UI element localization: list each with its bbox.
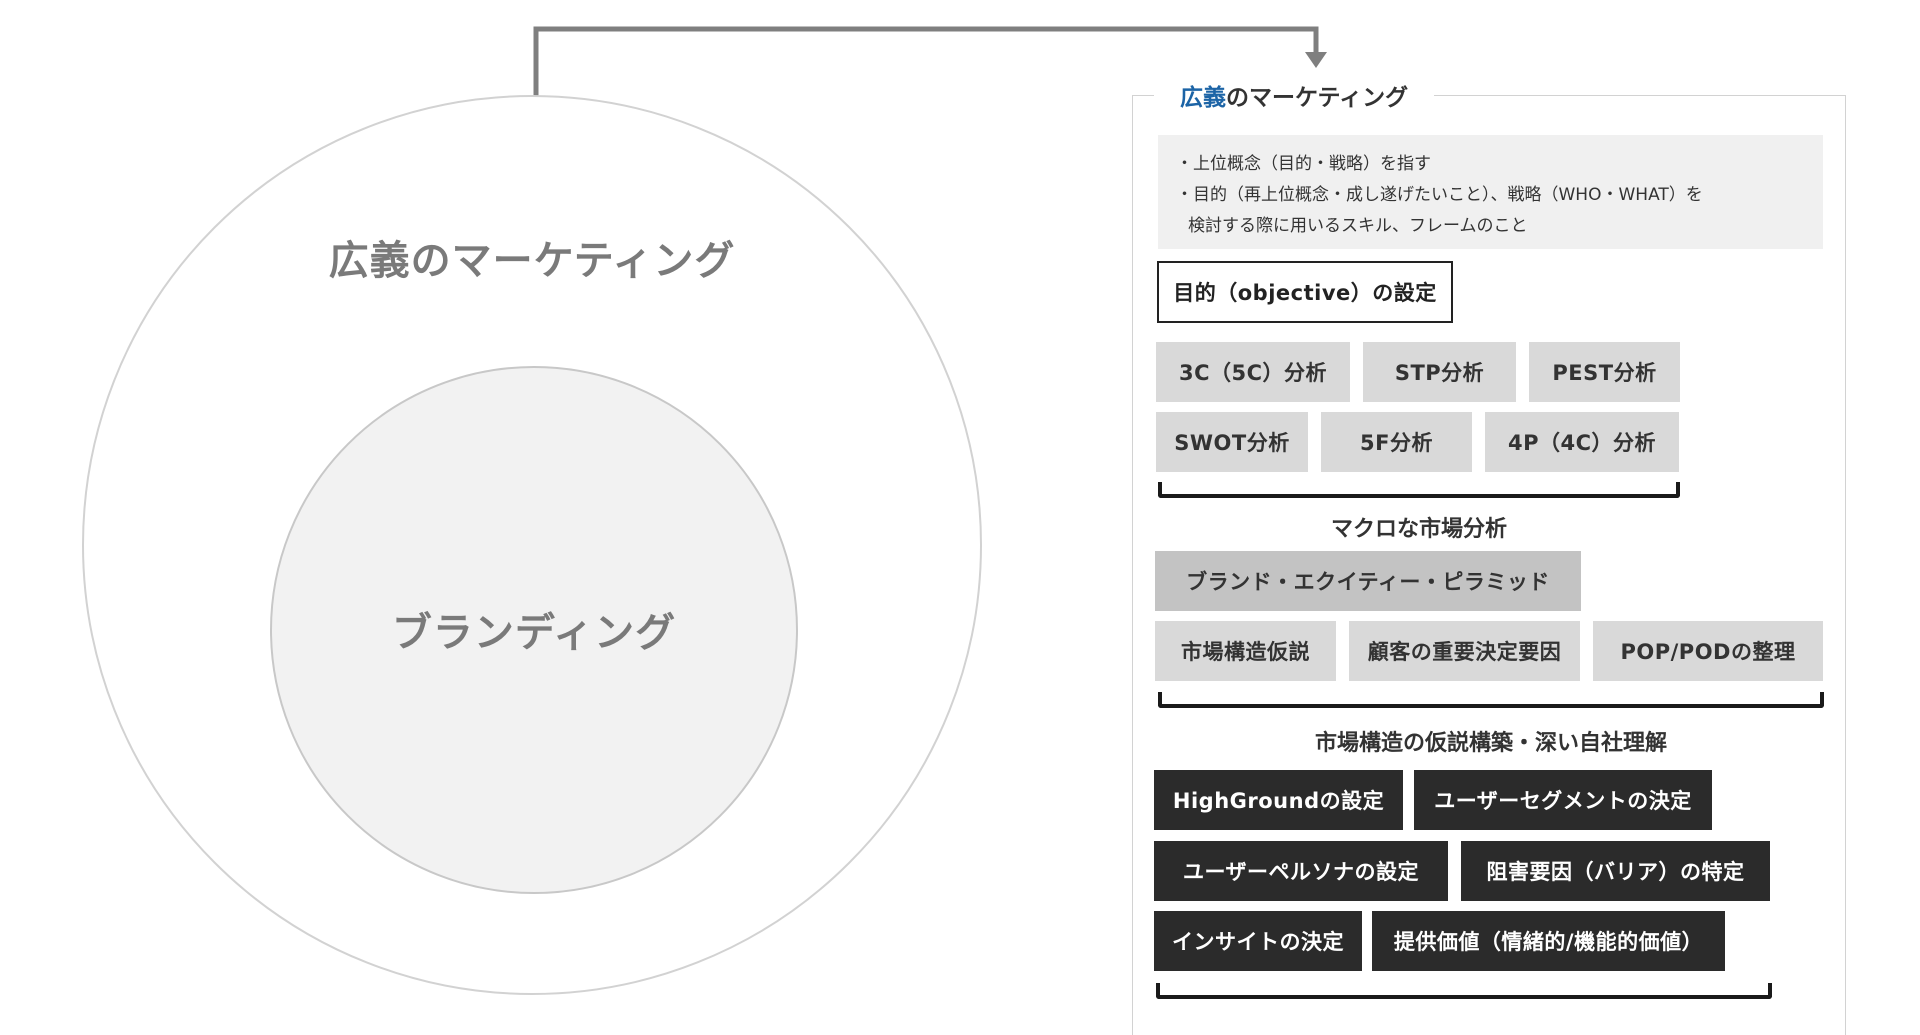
- group1-caption: マクロな市場分析: [1330, 517, 1507, 542]
- framework-box: POP/PODの整理: [1593, 621, 1823, 681]
- group1-bracket: [1158, 482, 1680, 498]
- framework-box: ブランド・エクイティー・ピラミッド: [1155, 551, 1581, 611]
- inner-circle-label: ブランディング: [391, 610, 677, 656]
- panel-title: 広義のマーケティング: [1154, 78, 1435, 118]
- group3-bracket: [1156, 983, 1772, 999]
- group2-caption: 市場構造の仮説構築・深い自社理解: [1314, 731, 1667, 756]
- framework-box: 3C（5C）分析: [1156, 342, 1350, 402]
- framework-box: STP分析: [1363, 342, 1516, 402]
- strategy-box: ユーザーセグメントの決定: [1414, 770, 1712, 830]
- panel-title-highlight: 広義: [1180, 85, 1226, 111]
- framework-box: 市場構造仮説: [1155, 621, 1336, 681]
- description-line: 検討する際に用いるスキル、フレームのこと: [1188, 216, 1528, 236]
- strategy-box: 阻害要因（バリア）の特定: [1461, 841, 1770, 901]
- arrow-head-icon: [1305, 52, 1327, 68]
- panel-description: ・上位概念（目的・戦略）を指す ・目的（再上位概念・成し遂げたいこと）、戦略（W…: [1158, 135, 1823, 249]
- strategy-box: インサイトの決定: [1154, 911, 1362, 971]
- strategy-box: HighGroundの設定: [1154, 770, 1403, 830]
- strategy-box: ユーザーペルソナの設定: [1154, 841, 1448, 901]
- strategy-box: 提供価値（情緒的/機能的価値）: [1372, 911, 1725, 971]
- description-line: ・目的（再上位概念・成し遂げたいこと）、戦略（WHO・WHAT）を: [1176, 185, 1703, 205]
- framework-box: 5F分析: [1321, 412, 1472, 472]
- framework-box: 顧客の重要決定要因: [1349, 621, 1580, 681]
- description-line: ・上位概念（目的・戦略）を指す: [1176, 154, 1431, 174]
- panel-title-rest: のマーケティング: [1226, 85, 1409, 111]
- group2-bracket: [1158, 692, 1824, 708]
- framework-box: 4P（4C）分析: [1485, 412, 1679, 472]
- framework-box: SWOT分析: [1156, 412, 1308, 472]
- framework-box: PEST分析: [1529, 342, 1680, 402]
- outer-circle-label: 広義のマーケティング: [328, 238, 736, 284]
- objective-box: 目的（objective）の設定: [1157, 261, 1453, 323]
